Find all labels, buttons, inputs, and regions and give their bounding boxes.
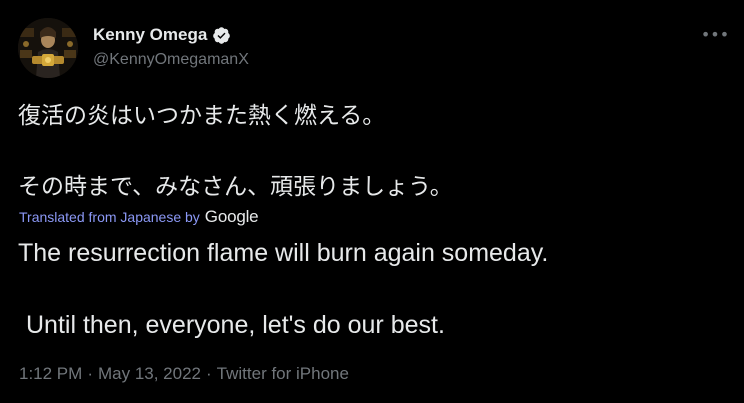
original-text-line-2: その時まで、みなさん、頑張りましょう。 — [18, 174, 453, 200]
meta-separator: · — [206, 364, 212, 383]
tweet-source[interactable]: Twitter for iPhone — [217, 364, 349, 384]
translated-from-link[interactable]: Translated from Japanese by — [19, 209, 200, 225]
author-avatar[interactable] — [18, 18, 78, 78]
google-logo: Google — [204, 207, 259, 226]
tweet-metadata: 1:12 PM · May 13, 2022 · Twitter for iPh… — [19, 364, 349, 384]
translated-text-line-1: The resurrection flame will burn again s… — [18, 239, 549, 267]
author-display-name[interactable]: Kenny Omega — [93, 25, 207, 45]
author-handle[interactable]: @KennyOmegamanX — [93, 50, 249, 70]
original-text-line-1: 復活の炎はいつかまた熱く燃える。 — [18, 103, 386, 129]
avatar-photo-icon — [18, 18, 78, 78]
tweet-card: Kenny Omega @KennyOmegamanX ••• 復活の炎はいつか… — [0, 0, 744, 403]
verified-badge-icon — [212, 26, 231, 45]
translated-text-line-2: Until then, everyone, let's do our best. — [26, 311, 445, 339]
tweet-time[interactable]: 1:12 PM — [19, 364, 82, 384]
more-options-icon[interactable]: ••• — [700, 22, 730, 46]
meta-separator: · — [87, 364, 93, 383]
author-name-row: Kenny Omega — [93, 25, 231, 45]
tweet-date[interactable]: May 13, 2022 — [98, 364, 201, 384]
translation-credit: Translated from Japanese by Google — [19, 207, 259, 227]
